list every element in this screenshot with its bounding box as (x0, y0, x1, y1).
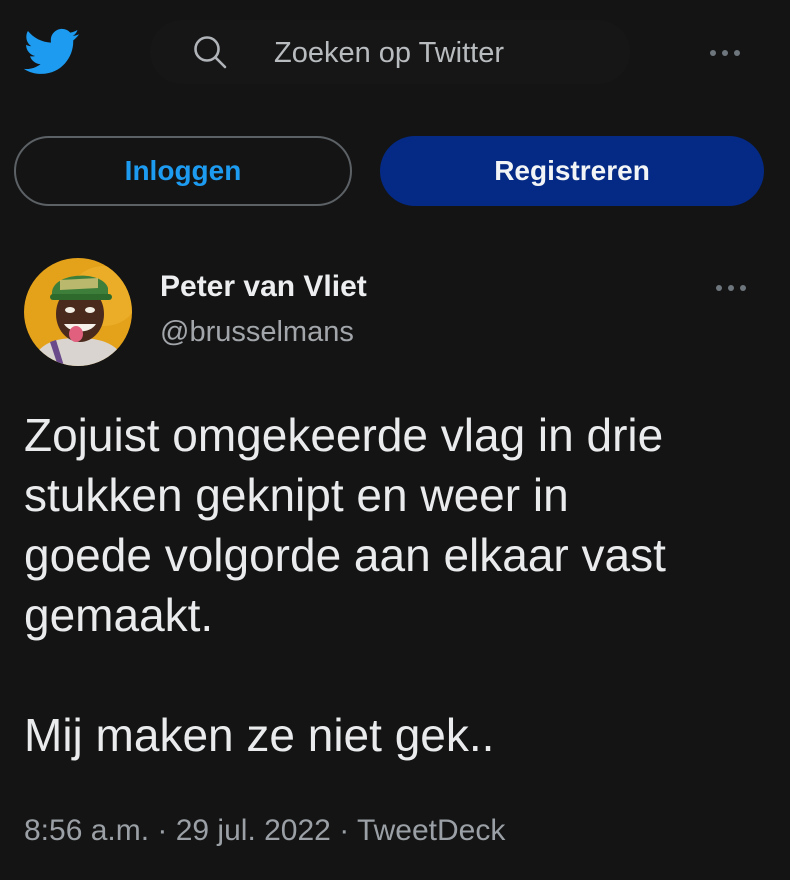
login-button-label: Inloggen (124, 155, 242, 186)
tweet-more-options-icon[interactable] (712, 282, 750, 294)
search-bar[interactable]: Zoeken op Twitter (150, 20, 630, 84)
author-handle[interactable]: @brusselmans (160, 316, 354, 349)
login-button[interactable]: Inloggen (14, 136, 352, 206)
search-placeholder: Zoeken op Twitter (274, 37, 504, 69)
tweet-text: Zojuist omgekeerde vlag in drie stukken … (24, 409, 666, 761)
register-button[interactable]: Registreren (380, 136, 764, 206)
author-name[interactable]: Peter van Vliet (160, 270, 367, 304)
top-bar: Zoeken op Twitter (0, 0, 790, 110)
register-button-label: Registreren (494, 155, 650, 186)
search-icon (192, 34, 228, 70)
twitter-bird-icon[interactable] (23, 28, 80, 76)
avatar[interactable] (24, 258, 132, 366)
tweet-timestamp-and-source[interactable]: 8:56 a.m. · 29 jul. 2022 · TweetDeck (24, 814, 505, 848)
more-options-icon[interactable] (706, 47, 744, 59)
